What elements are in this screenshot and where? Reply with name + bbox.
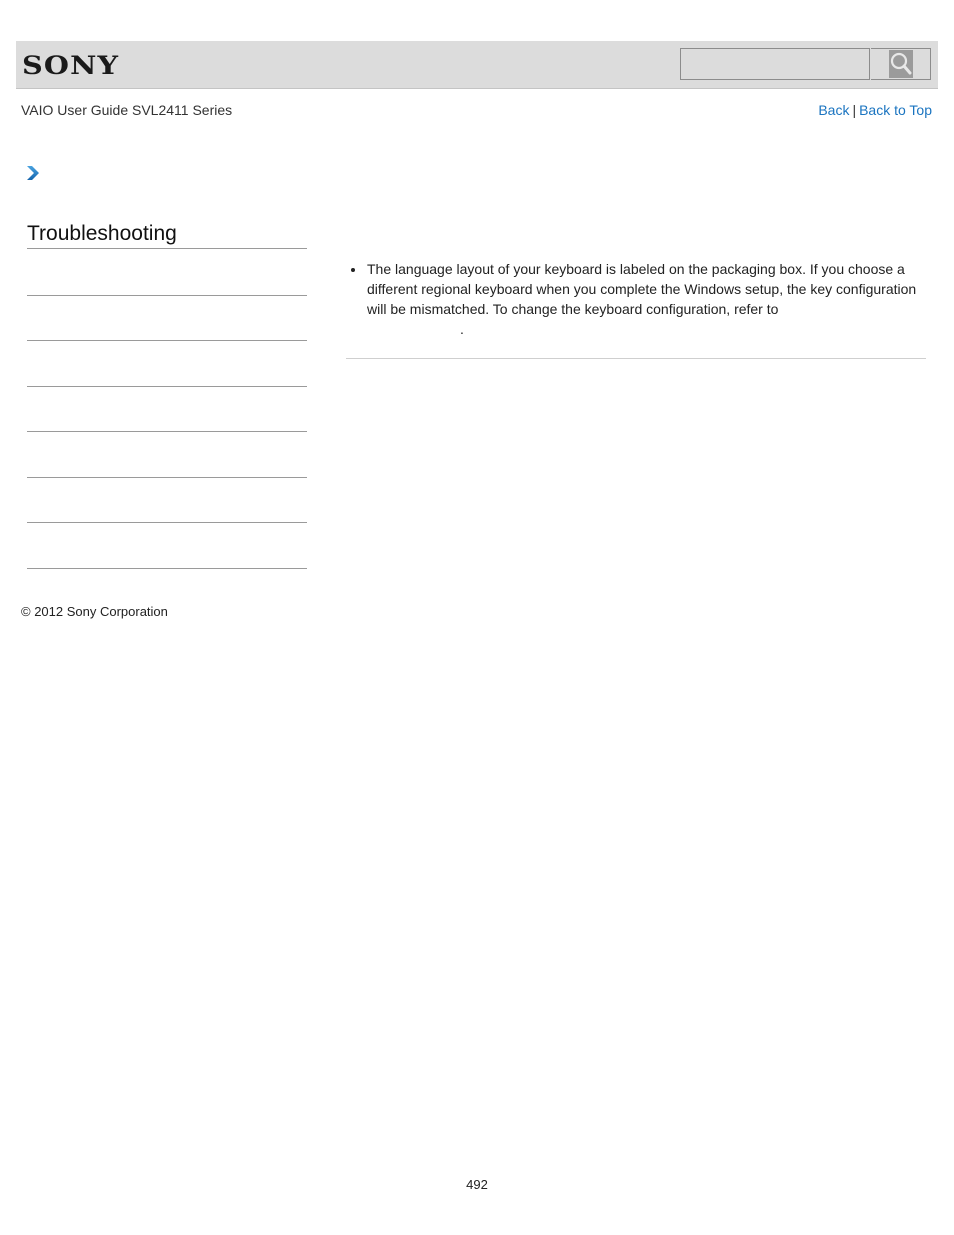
sidebar-item[interactable] — [27, 386, 307, 387]
guide-title: VAIO User Guide SVL2411 Series — [21, 102, 233, 118]
back-to-top-link[interactable]: Back to Top — [859, 102, 932, 118]
list-item: The language layout of your keyboard is … — [351, 259, 926, 339]
breadcrumb[interactable] — [26, 165, 40, 186]
bullet-trailing: . — [460, 321, 464, 337]
sidebar-item[interactable] — [27, 431, 307, 432]
search-button[interactable] — [871, 48, 931, 80]
sidebar-item[interactable] — [27, 477, 307, 478]
magnifier-icon — [888, 50, 913, 78]
bullet-text: The language layout of your keyboard is … — [367, 261, 917, 317]
nav-separator: | — [852, 102, 857, 118]
sidebar-item[interactable] — [27, 295, 307, 296]
main-content: The language layout of your keyboard is … — [346, 259, 926, 339]
sidebar-item[interactable] — [27, 568, 307, 569]
sidebar-title: Troubleshooting — [27, 222, 307, 249]
sidebar-item[interactable] — [27, 340, 307, 341]
page-number: 492 — [466, 1177, 488, 1192]
chevron-right-icon — [26, 166, 40, 185]
search-input[interactable] — [680, 48, 870, 80]
sidebar-item[interactable] — [27, 522, 307, 523]
back-link[interactable]: Back — [818, 102, 849, 118]
site-header: SONY — [16, 41, 938, 89]
sony-logo[interactable]: SONY — [22, 51, 119, 80]
copyright: © 2012 Sony Corporation — [21, 604, 168, 619]
bullet-list: The language layout of your keyboard is … — [346, 259, 926, 339]
top-navigation: Back | Back to Top — [818, 102, 932, 118]
content-divider — [346, 358, 926, 359]
